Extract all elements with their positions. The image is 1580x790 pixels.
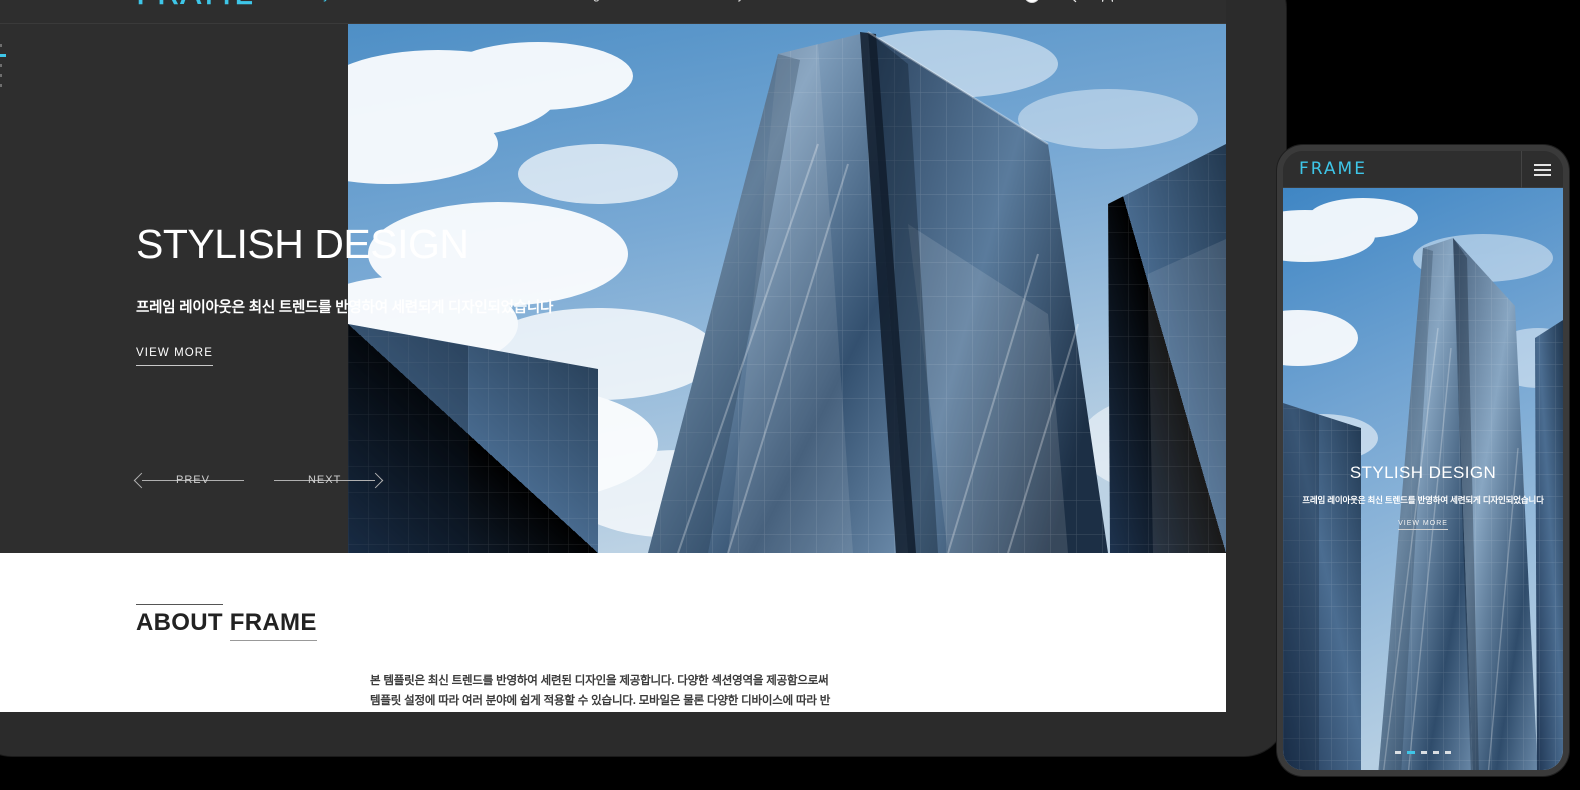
account-icon[interactable] (1099, 0, 1116, 4)
hero-subtitle: 프레임 레이아웃은 최신 트렌드를 반영하여 세련되게 디자인되었습니다 (136, 300, 554, 316)
hero-prev-button[interactable]: PREV (133, 472, 244, 488)
hero-prev-label: PREV (176, 474, 210, 486)
mobile-slide-indicator-5[interactable] (1445, 751, 1451, 754)
search-icon[interactable] (1061, 0, 1078, 4)
mobile-view-more-button[interactable]: VIEW MORE (1398, 520, 1448, 530)
nav-item-buy[interactable]: Buy (722, 0, 744, 2)
mobile-hero-title: STYLISH DESIGN (1349, 463, 1497, 482)
nav-item-about[interactable]: About (370, 0, 404, 2)
about-body-text: 본 템플릿은 최신 트렌드를 반영하여 세련된 디자인을 제공합니다. 다양한 … (370, 675, 831, 707)
about-section: ABOUT FRAME 본 템플릿은 최신 트렌드를 반영하여 세련된 디자인을… (0, 553, 1226, 712)
slide-indicator-4[interactable] (0, 74, 2, 77)
korea-flag-icon[interactable] (1023, 0, 1040, 4)
hero-copy: STYLISH DESIGN 프레임 레이아웃은 최신 트렌드를 반영하여 세련… (136, 222, 896, 366)
mobile-hero-copy: STYLISH DESIGN 프레임 레이아웃은 최신 트렌드를 반영하여 세련… (1283, 463, 1563, 530)
nav-item-service[interactable]: Service (433, 0, 476, 2)
arrow-left-icon (133, 472, 150, 488)
desktop-device-bezel: FRAME Style About Service Board Widgets … (0, 0, 1286, 756)
mobile-slide-indicator-4[interactable] (1433, 751, 1439, 754)
mobile-hero-slider: STYLISH DESIGN 프레임 레이아웃은 최신 트렌드를 반영하여 세련… (1283, 188, 1563, 770)
hero-next-label: NEXT (307, 474, 342, 486)
mobile-slide-indicator-1[interactable] (1395, 751, 1401, 754)
about-heading-word-2: FRAME (229, 609, 317, 641)
desktop-screen: FRAME Style About Service Board Widgets … (0, 0, 1226, 712)
mobile-header: FRAME (1283, 151, 1563, 188)
slide-indicator-2[interactable] (0, 54, 6, 57)
preview-stage: FRAME Style About Service Board Widgets … (0, 0, 1580, 790)
phone-screen: FRAME STYLISH DESIGN 프레임 레이아웃은 최신 트렌드를 반… (1283, 151, 1563, 770)
slide-indicator-1[interactable] (0, 44, 2, 47)
hero-slider-controls: PREV NEXT (133, 472, 384, 488)
main-navigation: Style About Service Board Widgets Contac… (311, 0, 744, 24)
slide-indicator-5[interactable] (0, 84, 2, 87)
hamburger-bar-3 (1534, 173, 1551, 176)
hamburger-bar-1 (1534, 163, 1551, 166)
hero-view-more-button[interactable]: VIEW MORE (136, 347, 213, 366)
about-heading: ABOUT FRAME (136, 604, 317, 641)
hero-next-button[interactable]: NEXT (273, 472, 384, 488)
nav-item-board[interactable]: Board (507, 0, 541, 2)
slide-indicator-3[interactable] (0, 64, 2, 67)
slide-indicator-list[interactable] (0, 44, 6, 87)
nav-item-widgets[interactable]: Widgets (571, 0, 618, 2)
nav-item-style[interactable]: Style (311, 0, 340, 2)
mobile-slide-indicator-2[interactable] (1407, 751, 1415, 754)
mobile-hero-subtitle: 프레임 레이아웃은 최신 트렌드를 반영하여 세련되게 디자인되었습니다 (1302, 495, 1544, 505)
phone-device-bezel: FRAME STYLISH DESIGN 프레임 레이아웃은 최신 트렌드를 반… (1277, 145, 1569, 776)
site-header: FRAME Style About Service Board Widgets … (0, 0, 1226, 24)
nav-item-contact[interactable]: Contact (647, 0, 691, 2)
mobile-slide-indicator-3[interactable] (1421, 751, 1427, 754)
hamburger-bar-2 (1534, 168, 1551, 171)
about-heading-word-1: ABOUT (136, 604, 223, 636)
site-logo[interactable]: FRAME (136, 0, 257, 10)
mobile-site-logo[interactable]: FRAME (1299, 159, 1367, 179)
arrow-right-icon (368, 472, 384, 488)
header-icon-group (1023, 0, 1116, 24)
hero-slider: STYLISH DESIGN 프레임 레이아웃은 최신 트렌드를 반영하여 세련… (0, 24, 1226, 553)
mobile-slide-indicator-list[interactable] (1283, 751, 1563, 754)
hero-title: STYLISH DESIGN (136, 221, 469, 267)
hamburger-menu-icon[interactable] (1521, 151, 1563, 188)
